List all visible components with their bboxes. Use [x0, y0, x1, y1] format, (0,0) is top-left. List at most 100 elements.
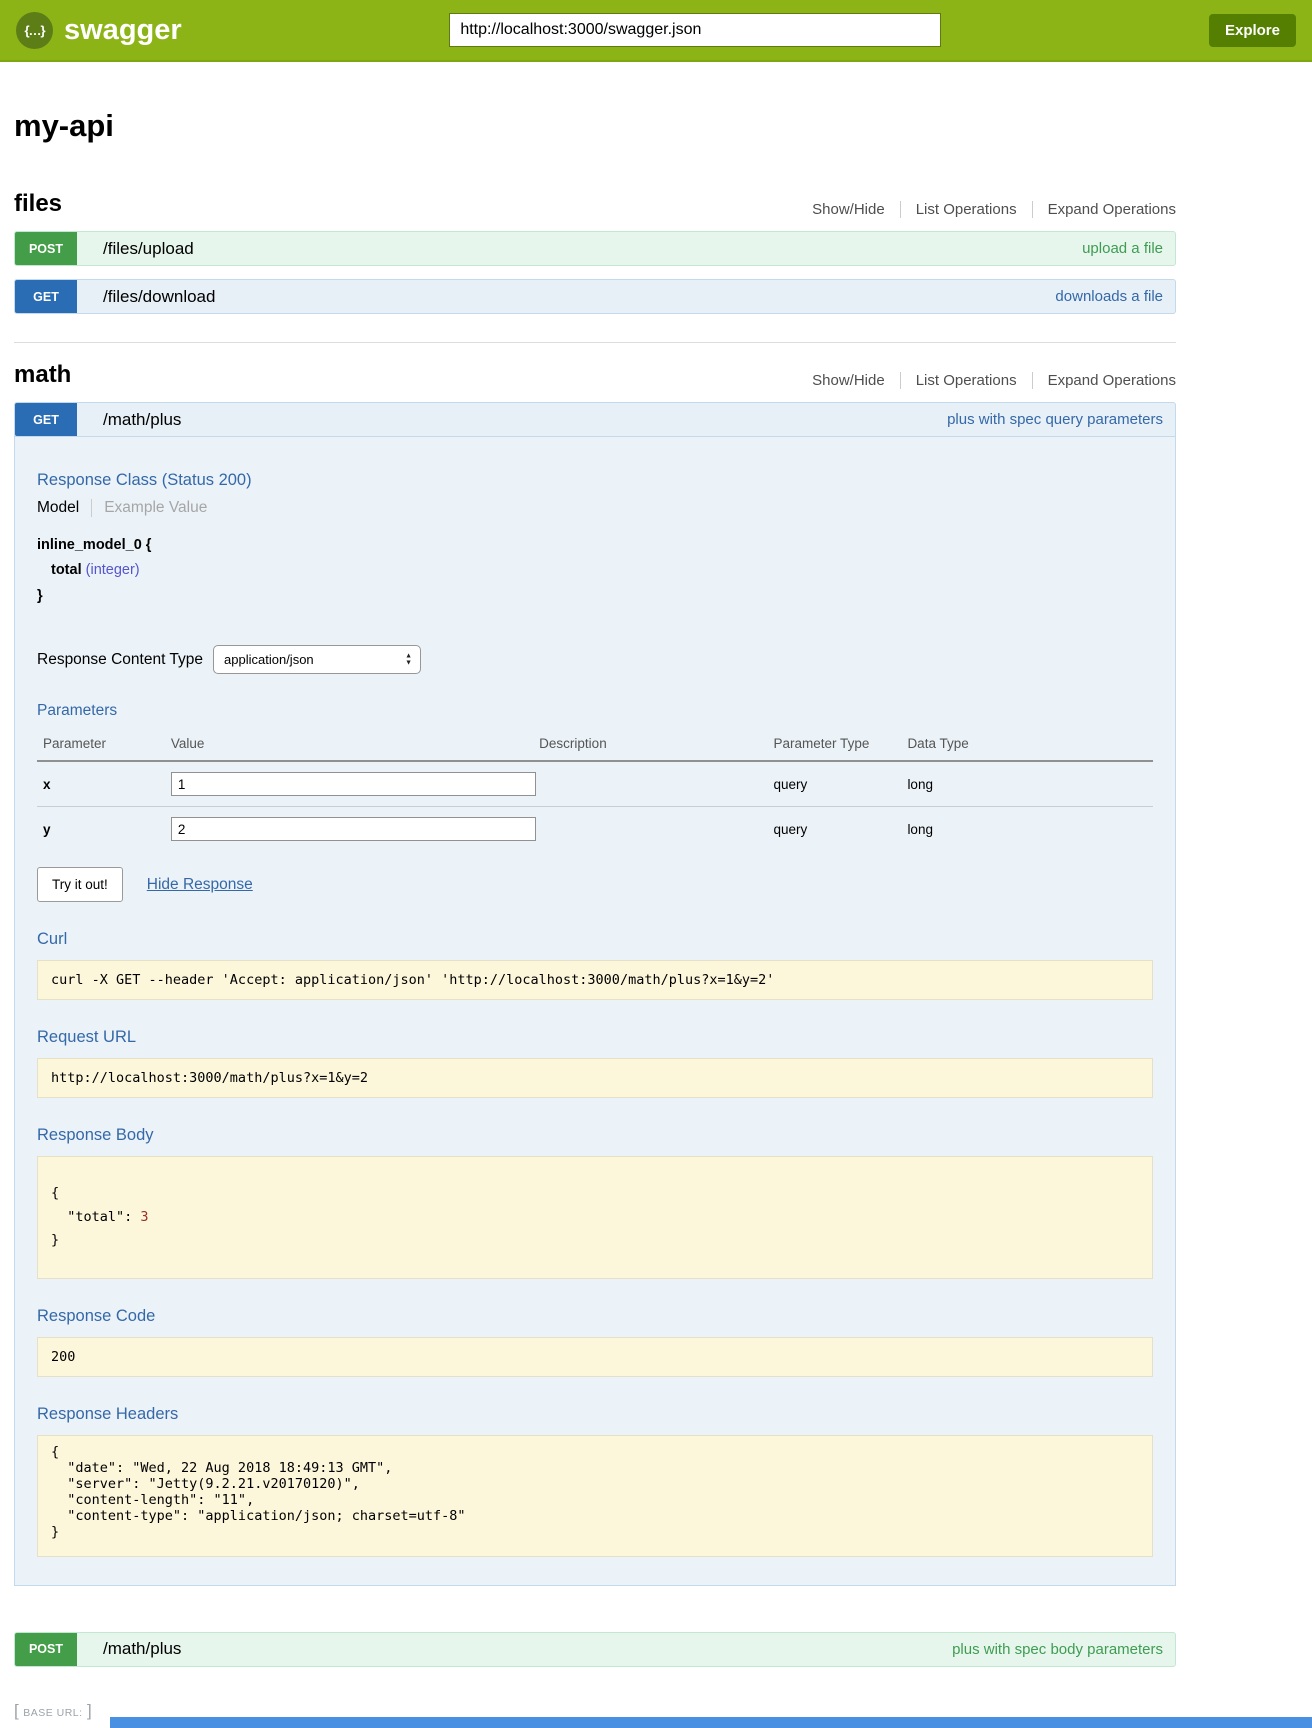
explore-button[interactable]: Explore	[1209, 14, 1296, 47]
model-tabs: Model Example Value	[37, 499, 1153, 517]
op-path: /files/upload	[103, 232, 194, 265]
response-code-box: 200	[37, 1337, 1153, 1377]
op-summary-link[interactable]: plus with spec body parameters	[952, 1633, 1175, 1666]
op-summary-link[interactable]: upload a file	[1082, 232, 1175, 265]
http-method-badge: GET	[15, 280, 77, 313]
model-property: total (integer)	[37, 558, 1153, 583]
section-divider	[14, 342, 1176, 343]
curl-command: curl -X GET --header 'Accept: applicatio…	[51, 972, 1139, 988]
list-operations-link[interactable]: List Operations	[900, 372, 1032, 389]
col-header-parameter: Parameter	[37, 730, 171, 761]
response-code-heading: Response Code	[37, 1307, 1153, 1326]
response-headers-line: "content-type": "application/json; chars…	[51, 1509, 1139, 1525]
tab-model[interactable]: Model	[37, 499, 91, 517]
curl-command-box: curl -X GET --header 'Accept: applicatio…	[37, 960, 1153, 1000]
param-y-input[interactable]	[171, 817, 536, 841]
files-section-controls: Show/Hide List Operations Expand Operati…	[812, 201, 1176, 218]
response-class-heading: Response Class (Status 200)	[37, 471, 1153, 490]
hide-response-link[interactable]: Hide Response	[147, 876, 253, 894]
parameter-row-y: y query long	[37, 807, 1153, 852]
operation-math-plus-post: POST /math/plus plus with spec body para…	[14, 1632, 1176, 1667]
top-bar: {…} swagger Explore	[0, 0, 1312, 62]
response-headers-line: "content-length": "11",	[51, 1493, 1139, 1509]
http-method-badge: POST	[15, 1633, 77, 1666]
response-body-heading: Response Body	[37, 1126, 1153, 1145]
response-headers-line: {	[51, 1445, 1139, 1461]
main-content: my-api files Show/Hide List Operations E…	[0, 108, 1176, 1721]
parameter-row-x: x query long	[37, 761, 1153, 807]
response-body-box: { "total": 3 }	[37, 1156, 1153, 1279]
bracket-close: ]	[87, 1701, 92, 1720]
response-body-close: }	[51, 1229, 1139, 1253]
selected-content-type: application/json	[224, 652, 314, 667]
operation-files-upload: POST /files/upload upload a file	[14, 231, 1176, 266]
response-headers-heading: Response Headers	[37, 1405, 1153, 1424]
parameters-header-row: Parameter Value Description Parameter Ty…	[37, 730, 1153, 761]
operation-math-plus-get: GET /math/plus plus with spec query para…	[14, 402, 1176, 1586]
swagger-braces-icon: {…}	[16, 12, 53, 49]
tab-example-value[interactable]: Example Value	[91, 499, 207, 517]
op-path: /math/plus	[103, 1633, 181, 1666]
show-hide-link[interactable]: Show/Hide	[812, 201, 900, 218]
op-row-post-files-upload[interactable]: POST /files/upload upload a file	[14, 231, 1176, 266]
param-type: query	[774, 761, 908, 807]
math-section-header: math Show/Hide List Operations Expand Op…	[14, 361, 1176, 389]
param-description	[539, 761, 773, 807]
op-row-get-math-plus[interactable]: GET /math/plus plus with spec query para…	[14, 402, 1176, 437]
url-input-wrap	[182, 13, 1209, 47]
param-name: y	[37, 807, 171, 852]
parameters-heading: Parameters	[37, 702, 1153, 720]
expand-operations-link[interactable]: Expand Operations	[1032, 372, 1176, 389]
param-data-type: long	[907, 761, 1153, 807]
op-summary-link[interactable]: plus with spec query parameters	[947, 403, 1175, 436]
bracket-open: [	[14, 1701, 19, 1720]
model-prop-name: total	[51, 562, 82, 578]
col-header-value: Value	[171, 730, 539, 761]
response-headers-line: "date": "Wed, 22 Aug 2018 18:49:13 GMT",	[51, 1461, 1139, 1477]
page-title: my-api	[14, 108, 1176, 144]
op-path: /math/plus	[103, 403, 181, 436]
request-url: http://localhost:3000/math/plus?x=1&y=2	[51, 1070, 1139, 1086]
expand-operations-link[interactable]: Expand Operations	[1032, 201, 1176, 218]
try-row: Try it out! Hide Response	[37, 867, 1153, 902]
response-body-key: "total":	[51, 1209, 140, 1225]
http-method-badge: POST	[15, 232, 77, 265]
op-row-post-math-plus[interactable]: POST /math/plus plus with spec body para…	[14, 1632, 1176, 1667]
files-section-header: files Show/Hide List Operations Expand O…	[14, 190, 1176, 218]
col-header-description: Description	[539, 730, 773, 761]
select-arrows-icon: ▲▼	[405, 652, 412, 667]
response-body-value: 3	[140, 1209, 148, 1225]
math-section-controls: Show/Hide List Operations Expand Operati…	[812, 372, 1176, 389]
param-x-input[interactable]	[171, 772, 536, 796]
op-summary-link[interactable]: downloads a file	[1055, 280, 1175, 313]
col-header-parameter-type: Parameter Type	[774, 730, 908, 761]
operation-files-download: GET /files/download downloads a file	[14, 279, 1176, 314]
model-open: inline_model_0 {	[37, 533, 1153, 558]
show-hide-link[interactable]: Show/Hide	[812, 372, 900, 389]
response-content-type-select[interactable]: application/json ▲▼	[213, 645, 421, 674]
math-section-title: math	[14, 361, 71, 389]
model-signature: inline_model_0 { total (integer) }	[37, 533, 1153, 609]
files-section-title: files	[14, 190, 62, 218]
brand-title: swagger	[64, 14, 182, 47]
op-row-get-files-download[interactable]: GET /files/download downloads a file	[14, 279, 1176, 314]
http-method-badge: GET	[15, 403, 77, 436]
response-headers-line: "server": "Jetty(9.2.21.v20170120)",	[51, 1477, 1139, 1493]
response-content-type-label: Response Content Type	[37, 651, 203, 669]
try-it-out-button[interactable]: Try it out!	[37, 867, 123, 902]
curl-heading: Curl	[37, 930, 1153, 949]
param-name: x	[37, 761, 171, 807]
response-body-open: {	[51, 1182, 1139, 1206]
response-content-type-row: Response Content Type application/json ▲…	[37, 645, 1153, 674]
parameters-table: Parameter Value Description Parameter Ty…	[37, 730, 1153, 851]
op-path: /files/download	[103, 280, 215, 313]
list-operations-link[interactable]: List Operations	[900, 201, 1032, 218]
response-headers-line: }	[51, 1525, 1139, 1541]
spec-url-input[interactable]	[449, 13, 941, 47]
param-type: query	[774, 807, 908, 852]
col-header-data-type: Data Type	[907, 730, 1153, 761]
response-body-line: "total": 3	[51, 1206, 1139, 1230]
model-prop-type: (integer)	[86, 562, 140, 578]
model-close: }	[37, 584, 1153, 609]
response-headers-box: { "date": "Wed, 22 Aug 2018 18:49:13 GMT…	[37, 1435, 1153, 1557]
